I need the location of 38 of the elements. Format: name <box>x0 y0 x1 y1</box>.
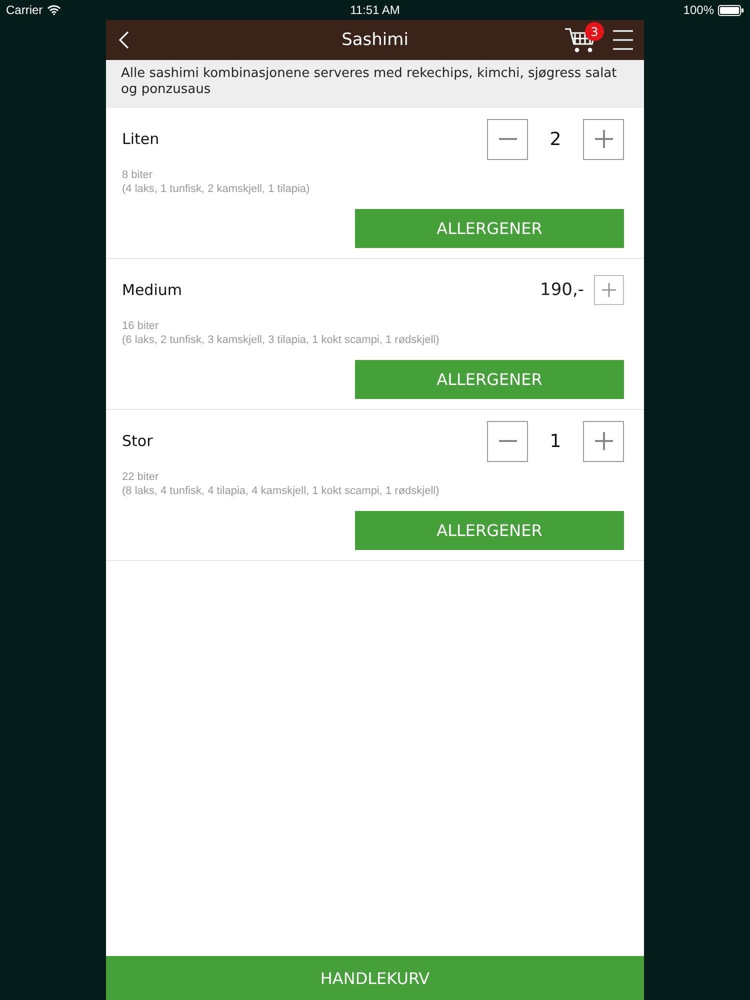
item-price: 190,- <box>540 280 584 300</box>
piece-count: 8 biter <box>122 168 154 182</box>
clock-time: 11:51 AM <box>350 3 400 17</box>
wifi-icon <box>46 5 61 15</box>
battery-icon <box>718 4 744 16</box>
allergens-button[interactable]: ALLERGENER <box>355 209 624 248</box>
item-name: Medium <box>122 281 182 299</box>
battery-percent: 100% <box>683 3 714 17</box>
cart-button[interactable]: HANDLEKURV <box>106 956 644 1000</box>
item-contents: (8 laks, 4 tunfisk, 4 tilapia, 4 kamskjell, 1 kokt scampi, 1 rødskjell) <box>122 484 440 498</box>
plus-button[interactable] <box>583 420 624 462</box>
minus-icon <box>498 440 518 442</box>
plus-button[interactable] <box>583 118 624 160</box>
menu-icon <box>612 29 634 51</box>
minus-button[interactable] <box>487 420 528 462</box>
back-button[interactable] <box>118 30 130 50</box>
plus-button[interactable] <box>594 275 624 305</box>
allergens-button[interactable]: ALLERGENER <box>355 511 624 550</box>
piece-count: 16 biter <box>122 319 160 333</box>
piece-count: 22 biter <box>122 470 160 484</box>
nav-title: Sashimi <box>342 30 408 50</box>
minus-icon <box>498 138 518 140</box>
plus-icon <box>594 129 614 149</box>
item-contents: (4 laks, 1 tunfisk, 2 kamskjell, 1 tilapia) <box>122 182 311 196</box>
item-contents: (6 laks, 2 tunfisk, 3 kamskjell, 3 tilapia, 1 kokt scampi, 1 rødskjell) <box>122 333 440 347</box>
minus-button[interactable] <box>487 118 528 160</box>
back-icon <box>118 30 130 50</box>
plus-icon <box>594 431 614 451</box>
notice-text: Alle sashimi kombinasjonene serveres med rekechips, kimchi, sjøgress salat og ponzusaus <box>106 60 644 108</box>
quantity-value: 1 <box>548 430 562 452</box>
carrier-label: Carrier <box>6 3 43 17</box>
menu-button[interactable] <box>612 29 634 51</box>
allergens-button[interactable]: ALLERGENER <box>355 360 624 399</box>
cart-count-badge: 3 <box>585 22 604 41</box>
item-name: Liten <box>122 130 160 148</box>
plus-icon <box>601 282 617 298</box>
quantity-value: 2 <box>548 128 562 150</box>
item-name: Stor <box>122 432 153 450</box>
